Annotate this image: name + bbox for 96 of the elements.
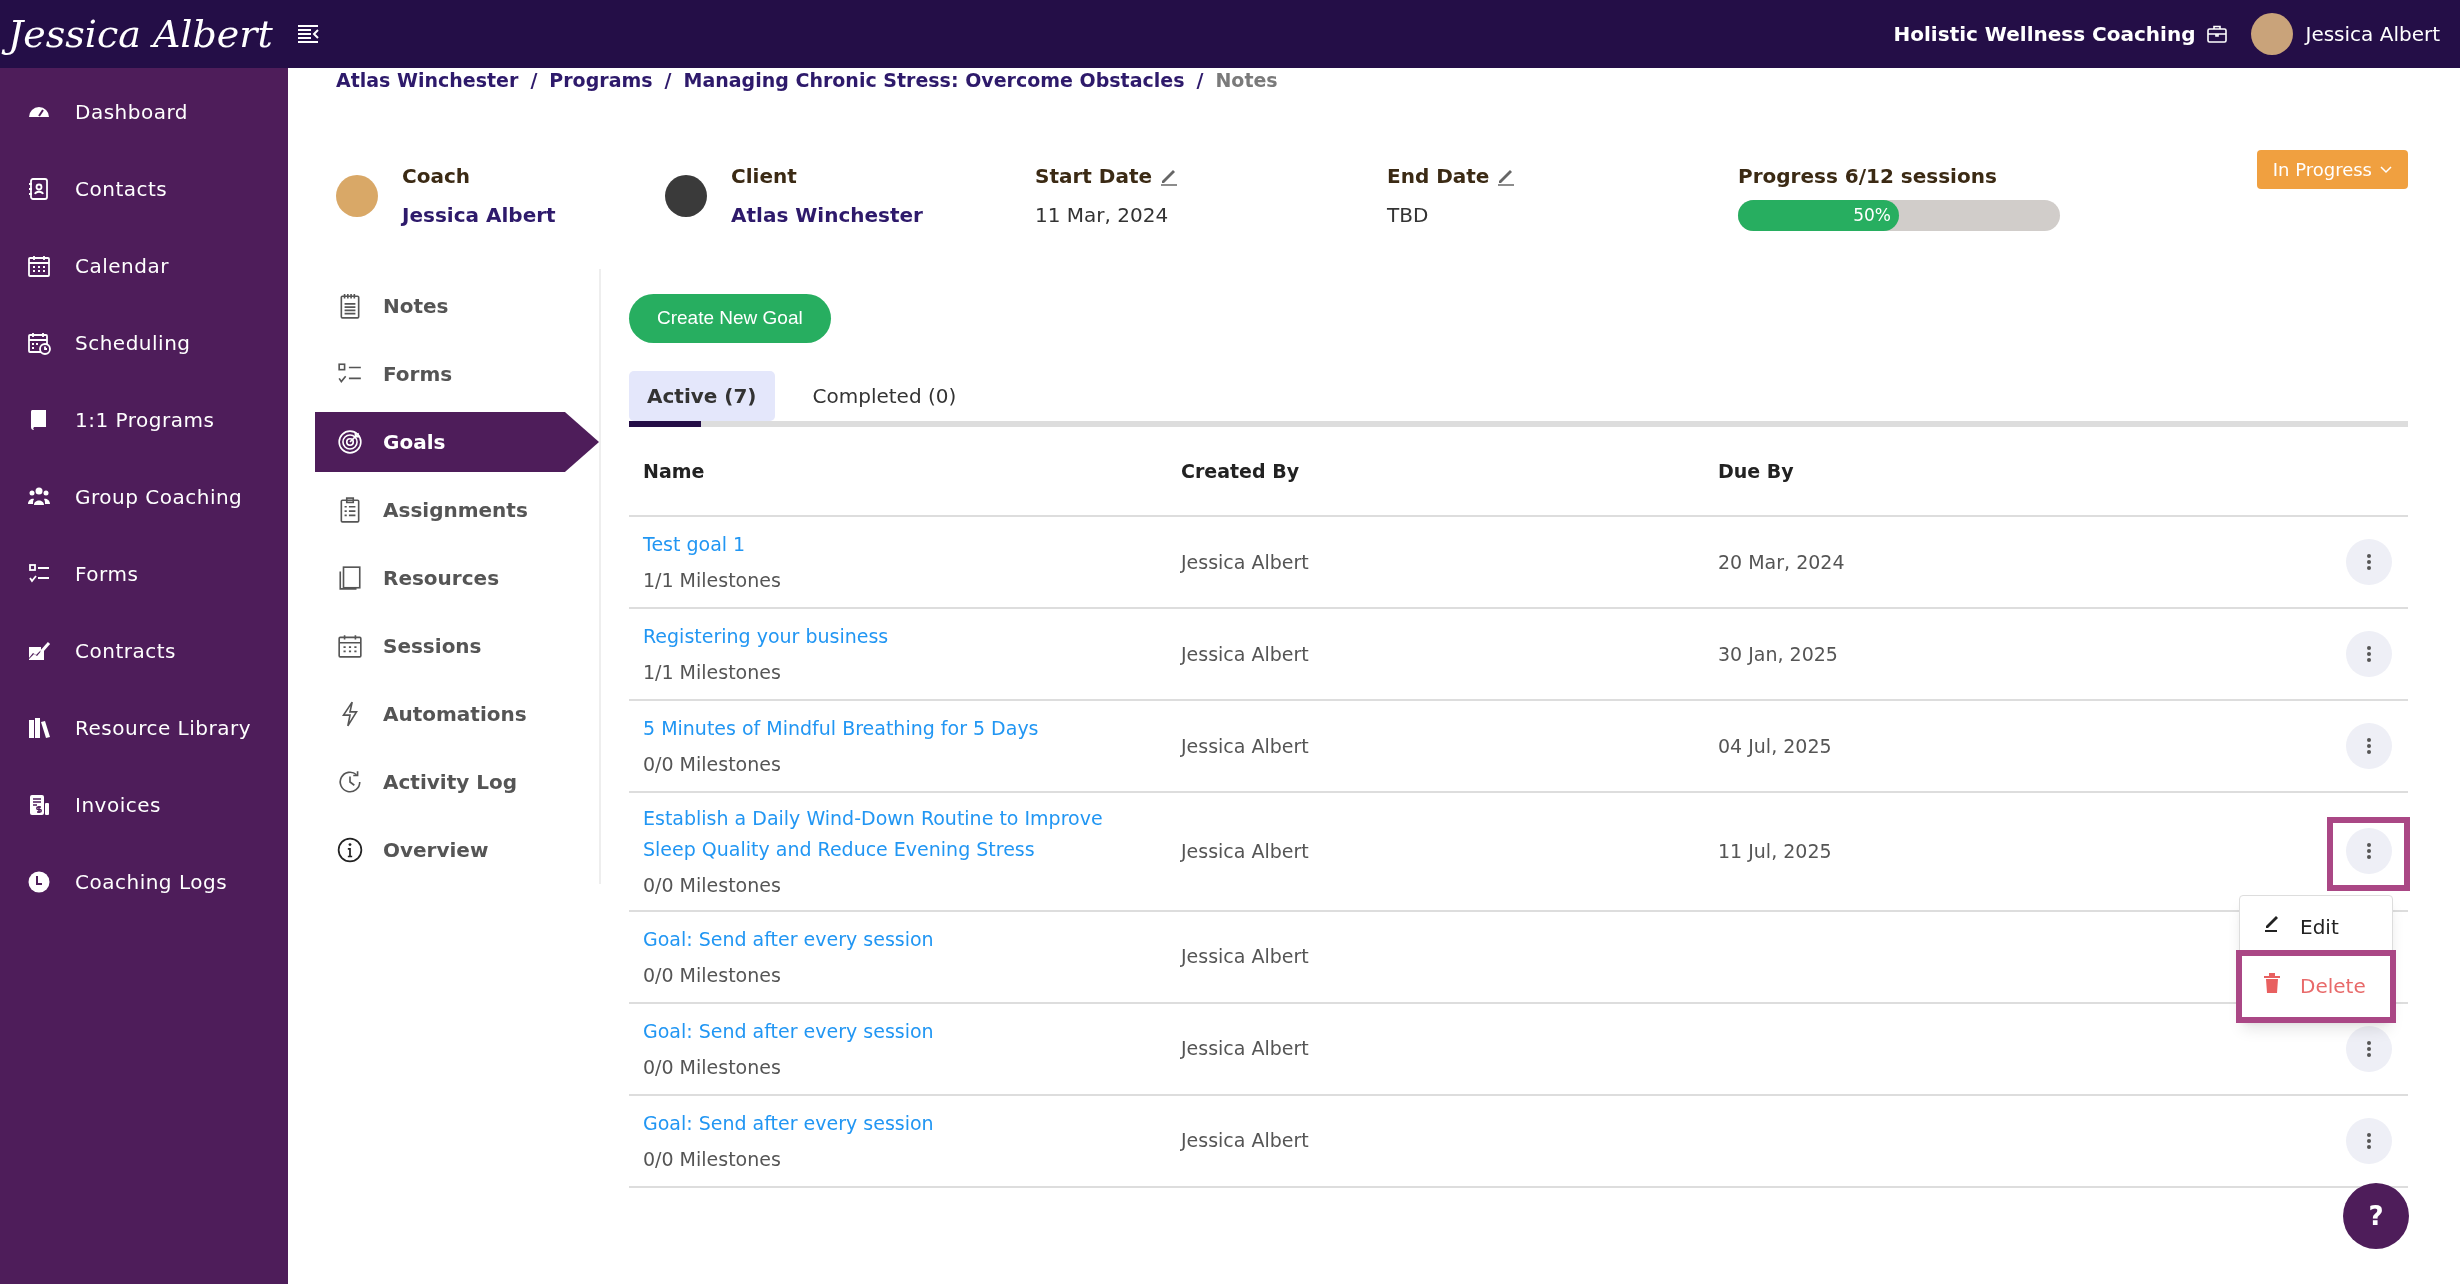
books-icon (27, 715, 51, 740)
breadcrumb-separator: / (1196, 67, 1204, 93)
subnav-item[interactable]: Goals (315, 412, 599, 472)
logo[interactable]: Jessica Albert (0, 6, 281, 62)
table-cell-text: Jessica Albert (1181, 549, 1310, 575)
column-header: Due By (1718, 458, 1795, 484)
end-date-label: End Date (1387, 163, 1490, 190)
more-vertical-icon (2367, 738, 2371, 754)
chevron-down-icon (2380, 165, 2392, 174)
breadcrumb-link[interactable]: Atlas Winchester (336, 65, 519, 95)
table-cell-text: Jessica Albert (1181, 641, 1310, 667)
sidebar-item[interactable]: Resource Library (0, 689, 288, 766)
subnav-item[interactable]: Forms (315, 344, 599, 404)
breadcrumb-link[interactable]: Notes (1215, 65, 1278, 95)
pencil-icon (2264, 913, 2280, 933)
more-vertical-icon (2367, 1132, 2371, 1149)
info-icon (337, 837, 363, 863)
sidebar-item[interactable]: Contacts (0, 150, 288, 227)
breadcrumb-link[interactable]: Managing Chronic Stress: Overcome Obstacles (683, 65, 1185, 95)
subnav-item[interactable]: Notes (315, 276, 599, 336)
coach-label: Coach (402, 163, 471, 190)
sidebar-item[interactable]: 1:1 Programs (0, 381, 288, 458)
sidebar-item[interactable]: Invoices (0, 766, 288, 843)
table-cell-text: 04 Jul, 2025 (1718, 733, 1832, 759)
table-cell-text: 11 Jul, 2025 (1718, 839, 1832, 864)
milestones-count: 1/1 Milestones (643, 568, 782, 594)
sidebar-item[interactable]: Contracts (0, 612, 288, 689)
column-header: Created By (1181, 458, 1301, 484)
column-header: Name (643, 458, 706, 484)
table-cell-text: Jessica Albert (1181, 944, 1310, 970)
subnav-item[interactable]: Assignments (315, 480, 599, 540)
subnav-item[interactable]: Resources (315, 548, 599, 608)
help-button[interactable]: ? (2343, 1183, 2409, 1249)
milestones-count: 0/0 Milestones (643, 1146, 782, 1172)
progress-reading: 50% (1853, 203, 1891, 227)
avatar[interactable] (2251, 13, 2294, 55)
breadcrumb-link[interactable]: Programs (549, 65, 653, 95)
table-cell-text: Jessica Albert (1181, 1128, 1310, 1154)
invoice-icon (27, 792, 51, 817)
client-name[interactable]: Atlas Winchester (731, 200, 923, 230)
more-options-button[interactable] (2346, 631, 2392, 677)
user-name[interactable]: Jessica Albert (2305, 19, 2440, 49)
calendar-icon (27, 253, 51, 278)
more-options-button[interactable] (2346, 828, 2392, 875)
subnav-item[interactable]: Sessions (315, 616, 599, 676)
tab[interactable]: Completed (0) (794, 371, 975, 421)
breadcrumb-separator: / (530, 67, 538, 93)
milestones-count: 0/0 Milestones (643, 873, 782, 898)
table-cell-text: 30 Jan, 2025 (1718, 641, 1838, 667)
sidebar-item[interactable]: Dashboard (0, 73, 288, 150)
clock-icon (27, 869, 51, 894)
more-vertical-icon (2367, 843, 2371, 860)
milestones-count: 1/1 Milestones (643, 660, 782, 686)
start-date-label: Start Date (1035, 163, 1153, 190)
table-cell-text: Jessica Albert (1181, 1036, 1310, 1062)
briefcase-icon[interactable] (2207, 25, 2228, 43)
progress-label: Progress 6/12 sessions (1738, 163, 1998, 190)
menu-item[interactable]: Edit (2240, 896, 2392, 950)
sidebar-item[interactable]: Calendar (0, 227, 288, 304)
subnav-item[interactable]: Automations (315, 684, 599, 744)
more-vertical-icon (2367, 646, 2371, 662)
milestones-count: 0/0 Milestones (643, 752, 782, 778)
business-name: Holistic Wellness Coaching (1893, 21, 2196, 48)
more-options-button[interactable] (2346, 539, 2392, 585)
breadcrumb-separator: / (664, 67, 672, 93)
subnav-item[interactable]: Activity Log (315, 752, 599, 812)
more-options-button[interactable] (2346, 1117, 2392, 1164)
more-vertical-icon (2367, 1040, 2371, 1057)
target-icon (337, 429, 363, 455)
start-date-value: 11 Mar, 2024 (1035, 202, 1170, 229)
sidebar-item[interactable]: Coaching Logs (0, 843, 288, 920)
client-label: Client (731, 163, 798, 190)
menu-icon[interactable] (296, 24, 319, 44)
sidebar-item[interactable]: Scheduling (0, 304, 288, 381)
more-options-button[interactable] (2346, 723, 2392, 769)
coach-name[interactable]: Jessica Albert (402, 200, 556, 230)
more-vertical-icon (2367, 554, 2371, 570)
avatar (665, 174, 707, 217)
end-date-value: TBD (1387, 202, 1430, 229)
table-cell-text: Jessica Albert (1181, 733, 1310, 759)
documents-icon (337, 565, 363, 591)
sidebar-item[interactable]: Forms (0, 535, 288, 612)
more-options-button[interactable] (2346, 1025, 2392, 1072)
avatar (336, 174, 378, 217)
trash-icon (2264, 972, 2280, 993)
calendar-icon (337, 633, 363, 659)
history-clock-icon (337, 769, 363, 795)
contact-book-icon (27, 176, 51, 201)
calendar-clock-icon (27, 330, 51, 355)
subnav-item[interactable]: Overview (315, 820, 599, 880)
table-cell-text: Jessica Albert (1181, 839, 1310, 864)
sidebar-item[interactable]: Group Coaching (0, 458, 288, 535)
table-cell-text: 20 Mar, 2024 (1718, 549, 1845, 575)
milestones-count: 0/0 Milestones (643, 1054, 782, 1080)
tab[interactable]: Active (7) (629, 371, 775, 421)
milestones-count: 0/0 Milestones (643, 962, 782, 988)
